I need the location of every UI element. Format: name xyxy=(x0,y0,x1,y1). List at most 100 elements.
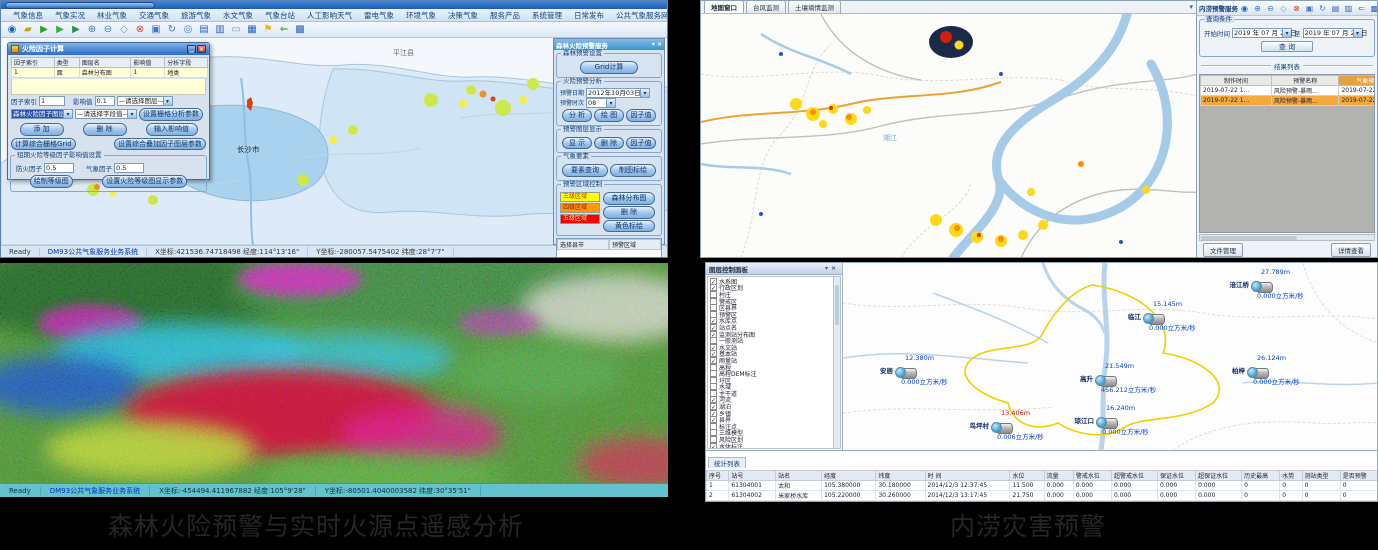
region-control-button[interactable]: 黄色标绘 xyxy=(603,220,655,233)
file-manage-button[interactable]: 文件管理 xyxy=(1203,243,1243,257)
basemap-icon[interactable]: ▤ xyxy=(197,23,211,36)
analysis-button[interactable]: 因子值 xyxy=(626,109,656,122)
warn-date-select[interactable]: 2012年10月03日 xyxy=(586,88,650,98)
weather-element-button[interactable]: 制图标绘 xyxy=(610,164,656,177)
print-icon[interactable]: ▭ xyxy=(229,23,243,36)
bird-icon[interactable]: ▶ xyxy=(69,23,83,36)
measure-icon[interactable]: ▰ xyxy=(21,23,35,36)
column-header[interactable]: 超警戒水位 xyxy=(1111,471,1157,481)
menu-item[interactable]: 水文气象 xyxy=(217,10,259,21)
menu-item[interactable]: 气象台站 xyxy=(259,10,301,21)
pan-icon[interactable]: ◇ xyxy=(1278,3,1289,14)
list-column-header[interactable]: 选择县市 xyxy=(557,239,609,250)
column-header[interactable]: 制作时间 xyxy=(1201,76,1272,86)
close-icon[interactable]: × xyxy=(831,265,839,272)
input-impact-button[interactable]: 输入影响值 xyxy=(146,123,198,136)
pin-icon[interactable]: ▾ xyxy=(652,41,655,48)
horizontal-scrollbar[interactable] xyxy=(1199,234,1375,241)
menu-item[interactable]: 服务产品 xyxy=(484,10,526,21)
临江[interactable]: 临江 15.145m 0.000立方米/秒 xyxy=(1143,309,1165,328)
map-tab[interactable]: 台风监测 xyxy=(746,0,786,13)
region-control-button[interactable]: 森林分布图 xyxy=(603,192,655,205)
close-icon[interactable]: × xyxy=(197,45,206,53)
column-header[interactable]: 水位 xyxy=(1010,471,1044,481)
chevron-down-icon[interactable]: ▾ xyxy=(1189,3,1193,11)
menu-item[interactable]: 气象实况 xyxy=(49,10,91,21)
weather-element-button[interactable]: 要素查询 xyxy=(562,164,608,177)
layer-item[interactable]: 水体标注 xyxy=(710,443,840,449)
close-icon[interactable]: × xyxy=(657,41,662,48)
table-row[interactable]: 2019-07-22 1...风险预警-暴雨...2019-07-22 1...… xyxy=(1201,96,1376,106)
export-map-icon[interactable]: ▩ xyxy=(1369,3,1378,14)
zoom-in-icon[interactable]: ⊕ xyxy=(85,23,99,36)
map-tab[interactable]: 土壤墒情监测 xyxy=(788,0,841,13)
back-icon[interactable]: ⇐ xyxy=(1356,3,1367,14)
imagery-icon[interactable]: ▥ xyxy=(1343,3,1354,14)
draw-level-map-button[interactable]: 绘制等级图 xyxy=(30,175,73,188)
zoom-out-icon[interactable]: ⊖ xyxy=(101,23,115,36)
fire-factor-input[interactable]: 0.5 xyxy=(44,163,74,173)
satellite-classification-image[interactable] xyxy=(0,263,668,483)
column-header[interactable]: 序号 xyxy=(707,471,729,481)
walk-icon[interactable]: ▶ xyxy=(53,23,67,36)
menu-item[interactable]: 环境气象 xyxy=(400,10,442,21)
set-level-display-button[interactable]: 设置火险等级图显示参数 xyxy=(102,175,187,188)
鸟坪村[interactable]: 鸟坪村 13.406m 0.006立方米/秒 xyxy=(991,418,1013,437)
layer-select[interactable]: —请选择图层— xyxy=(117,96,173,106)
column-header[interactable]: 站名 xyxy=(776,471,822,481)
menu-item[interactable]: 林业气象 xyxy=(91,10,133,21)
column-header[interactable]: 图层名 xyxy=(79,58,131,68)
detail-view-button[interactable]: 详情查看 xyxy=(1331,243,1371,257)
zoom-in-icon[interactable]: ⊕ xyxy=(1252,3,1263,14)
map-tab[interactable]: 地图窗口 xyxy=(704,0,744,13)
analysis-button[interactable]: 绘 图 xyxy=(594,109,624,122)
menu-item[interactable]: 旅游气象 xyxy=(175,10,217,21)
date-to-picker[interactable]: 2019 年 07 月 29 日 xyxy=(1303,28,1363,38)
column-header[interactable]: 分析字段 xyxy=(165,58,208,68)
layer-list[interactable]: 水系图 行政区划 村庄 警戒区 xyxy=(707,276,841,449)
menu-item[interactable]: 日常发布 xyxy=(568,10,610,21)
refresh-icon[interactable]: ↻ xyxy=(1317,3,1328,14)
高升[interactable]: 高升 21.549m 456.212立方米/秒 xyxy=(1095,371,1117,390)
安居[interactable]: 安居 12.380m 0.000立方米/秒 xyxy=(895,363,917,382)
station-table[interactable]: 序号站号站名经度纬度时 间水位流量警戒水位超警戒水位保证水位超保证水位历史最高水… xyxy=(706,470,1378,502)
met-factor-input[interactable]: 0.5 xyxy=(114,163,144,173)
stop-icon[interactable]: ⊗ xyxy=(133,23,147,36)
涪江桥[interactable]: 涪江桥 27.789m 0.000立方米/秒 xyxy=(1251,277,1273,296)
results-grid[interactable]: 制作时间预警名称气象预报时间预警图片类型制作人 2019-07-22 1...风… xyxy=(1199,74,1375,233)
column-header[interactable]: 气象预报时间 xyxy=(1339,76,1375,86)
pan-icon[interactable]: ◇ xyxy=(117,23,131,36)
menu-item[interactable]: 人工影响天气 xyxy=(301,10,358,21)
menu-item[interactable]: 公共气象服务网 xyxy=(610,10,668,21)
layer-checkbox[interactable] xyxy=(710,443,717,449)
menu-item[interactable]: 气象信息 xyxy=(7,10,49,21)
column-header[interactable]: 保证水位 xyxy=(1157,471,1195,481)
vertical-scrollbar[interactable] xyxy=(833,277,840,448)
column-header[interactable]: 警戒水位 xyxy=(1073,471,1111,481)
menu-item[interactable]: 雷电气象 xyxy=(358,10,400,21)
column-header[interactable]: 经度 xyxy=(822,471,876,481)
impact-input[interactable]: 0.1 xyxy=(95,96,115,106)
column-header[interactable]: 历史最高 xyxy=(1242,471,1280,481)
window-icon[interactable]: ▣ xyxy=(1304,3,1315,14)
station-map-area[interactable]: 涪江桥 27.789m 0.000立方米/秒 临江 15.145m 0.000立… xyxy=(843,263,1378,450)
menu-item[interactable]: 决策气象 xyxy=(442,10,484,21)
globe-icon[interactable]: ◉ xyxy=(5,23,19,36)
search-icon[interactable]: ◎ xyxy=(181,23,195,36)
table-row[interactable]: 161304001太和105.38000030.1800002014/12/3 … xyxy=(707,481,1378,491)
delete-button[interactable]: 删 除 xyxy=(83,123,127,136)
imagery-icon[interactable]: ▥ xyxy=(213,23,227,36)
minimize-icon[interactable]: ▁ xyxy=(187,45,196,53)
add-button[interactable]: 添 加 xyxy=(20,123,64,136)
calc-grid-button[interactable]: 计算综合栅格Grid xyxy=(11,138,76,151)
table-row[interactable]: 361304003富河河口105.16200030.3000002014/12/… xyxy=(707,501,1378,503)
fire-factor-dialog[interactable]: 火险因子计算 ▁ × 因子索引类型图层名影响值分析字段 1面森林分布图1地类 因… xyxy=(7,42,210,180)
layer-display-button[interactable]: 删 除 xyxy=(594,137,624,150)
stop-icon[interactable]: ⊗ xyxy=(1291,3,1302,14)
analysis-button[interactable]: 分 析 xyxy=(562,109,592,122)
factor-layer-select[interactable]: 森林火险因子图层 xyxy=(11,109,73,119)
column-header[interactable]: 水势 xyxy=(1280,471,1302,481)
column-header[interactable]: 是否预警 xyxy=(1340,471,1378,481)
flood-map-area[interactable]: 湘江 xyxy=(701,14,1198,258)
menu-item[interactable]: 交通气象 xyxy=(133,10,175,21)
